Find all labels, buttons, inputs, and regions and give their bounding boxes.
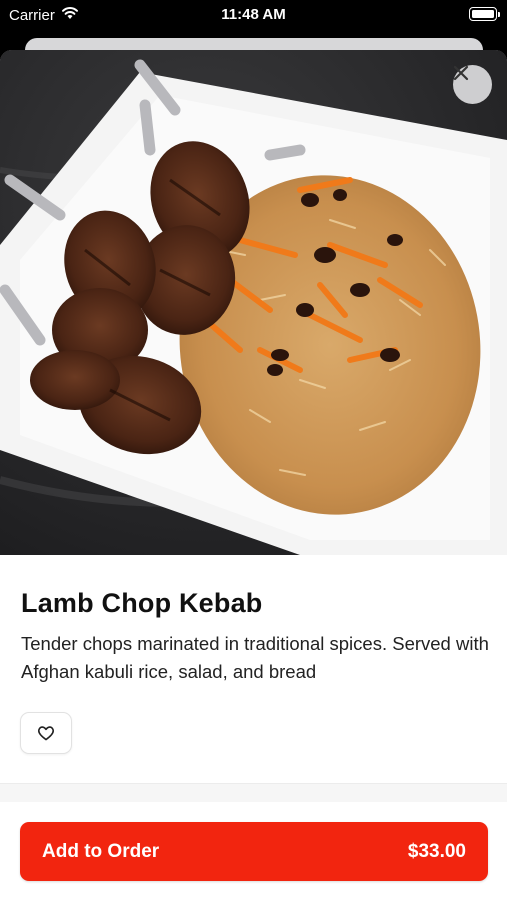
- status-bar: Carrier 11:48 AM: [0, 0, 507, 30]
- item-detail-sheet: Lamb Chop Kebab Tender chops marinated i…: [0, 50, 507, 900]
- close-button[interactable]: [453, 65, 492, 104]
- add-to-order-button[interactable]: Add to Order $33.00: [20, 822, 488, 881]
- close-icon: [453, 65, 469, 81]
- battery-icon: [469, 7, 500, 21]
- heart-icon: [38, 726, 54, 741]
- item-photo: [0, 50, 507, 555]
- favorite-button[interactable]: [20, 712, 72, 754]
- price-label: $33.00: [407, 840, 466, 862]
- food-illustration: [0, 50, 507, 555]
- item-name: Lamb Chop Kebab: [21, 588, 263, 618]
- add-to-order-label: Add to Order: [42, 840, 160, 862]
- item-description: Tender chops marinated in traditional sp…: [21, 633, 489, 682]
- section-separator: [0, 783, 507, 802]
- status-time: 11:48 AM: [221, 6, 286, 23]
